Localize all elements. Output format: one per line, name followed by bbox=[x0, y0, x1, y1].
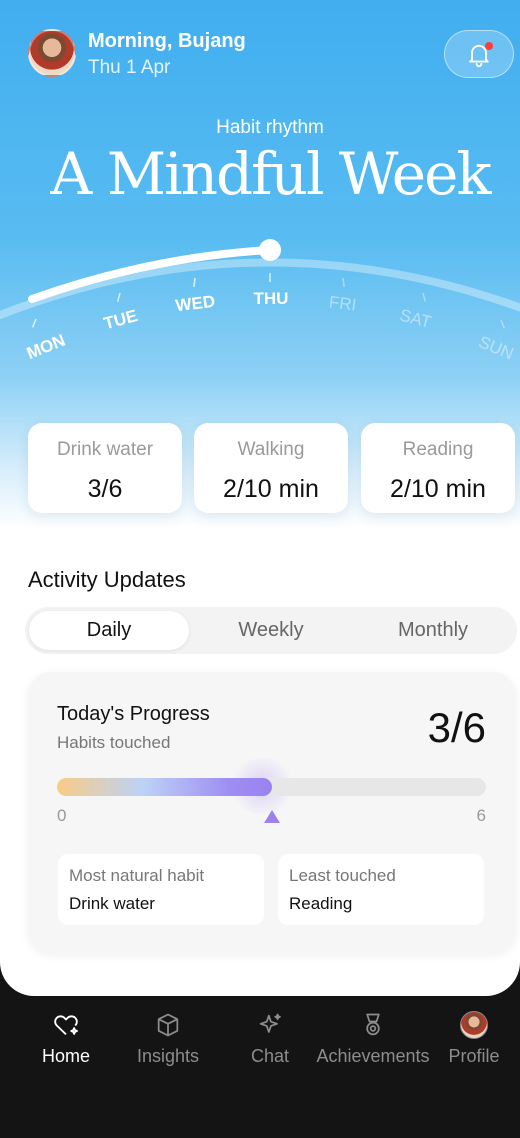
greeting: Morning, Bujang bbox=[88, 30, 246, 52]
sparkle-icon bbox=[259, 1013, 281, 1033]
stat-card-walking[interactable]: Walking 2/10 min bbox=[194, 423, 348, 513]
tab-daily[interactable]: Daily bbox=[29, 611, 189, 650]
progress-title: Today's Progress bbox=[57, 703, 210, 725]
notification-button[interactable] bbox=[444, 30, 514, 78]
progress-max: 6 bbox=[476, 806, 486, 825]
day-label-sat[interactable]: SAT bbox=[398, 305, 434, 332]
todays-progress-card: Today's Progress Habits touched 3/6 0 6 … bbox=[28, 672, 516, 954]
day-tick bbox=[500, 319, 506, 329]
highlight-label: Least touched bbox=[289, 866, 396, 885]
progress-min: 0 bbox=[57, 806, 67, 825]
day-tick bbox=[193, 277, 196, 288]
current-day-knob[interactable] bbox=[259, 239, 281, 261]
day-label-wed[interactable]: WED bbox=[174, 292, 216, 316]
bottom-nav: Home Insights Chat Achievements Profile bbox=[0, 996, 520, 1138]
day-label-fri[interactable]: FRI bbox=[328, 292, 358, 314]
hero-title: A Mindful Week bbox=[50, 140, 491, 208]
notification-dot bbox=[485, 42, 493, 50]
user-avatar[interactable] bbox=[28, 29, 76, 77]
progress-marker bbox=[263, 810, 280, 823]
profile-avatar bbox=[460, 1011, 488, 1039]
hero-subtitle: Habit rhythm bbox=[216, 117, 324, 138]
nav-label: Profile bbox=[448, 1046, 500, 1066]
stat-value: 3/6 bbox=[87, 475, 123, 503]
medal-icon bbox=[366, 1013, 380, 1036]
stat-card-drink-water[interactable]: Drink water 3/6 bbox=[28, 423, 182, 513]
most-natural-habit-card: Most natural habit Drink water bbox=[58, 854, 264, 925]
day-tick bbox=[116, 292, 121, 302]
stat-label: Drink water bbox=[56, 439, 154, 460]
least-touched-card: Least touched Reading bbox=[278, 854, 484, 925]
progress-bar-fill bbox=[57, 778, 272, 796]
day-tick bbox=[342, 277, 345, 288]
day-label-thu[interactable]: THU bbox=[254, 289, 289, 308]
app-screen: Morning, Bujang Thu 1 Apr Habit rhythm A… bbox=[0, 0, 520, 996]
heart-sparkle-icon bbox=[54, 1015, 78, 1036]
highlight-label: Most natural habit bbox=[69, 866, 205, 885]
cube-icon bbox=[157, 1013, 179, 1037]
highlight-value: Drink water bbox=[69, 894, 155, 913]
nav-profile[interactable]: Profile bbox=[414, 1008, 520, 1067]
week-dial: MON TUE WED THU FRI SAT SUN bbox=[0, 239, 520, 363]
day-label-mon[interactable]: MON bbox=[24, 331, 68, 363]
period-tabs: Daily Weekly Monthly bbox=[25, 607, 517, 654]
day-tick bbox=[422, 292, 427, 302]
stat-card-reading[interactable]: Reading 2/10 min bbox=[361, 423, 515, 513]
stat-value: 2/10 min bbox=[390, 475, 486, 503]
current-date: Thu 1 Apr bbox=[88, 57, 171, 78]
stat-label: Walking bbox=[237, 439, 305, 460]
stat-label: Reading bbox=[402, 439, 474, 460]
activity-updates-heading: Activity Updates bbox=[28, 567, 186, 592]
day-label-tue[interactable]: TUE bbox=[102, 306, 140, 333]
day-label-sun[interactable]: SUN bbox=[476, 332, 516, 363]
day-tick bbox=[31, 318, 37, 328]
tab-weekly[interactable]: Weekly bbox=[191, 611, 351, 650]
tab-monthly[interactable]: Monthly bbox=[353, 611, 513, 650]
stat-value: 2/10 min bbox=[223, 475, 319, 503]
highlight-value: Reading bbox=[289, 894, 353, 913]
progress-bar bbox=[57, 778, 486, 796]
progress-subtitle: Habits touched bbox=[57, 733, 171, 752]
progress-value: 3/6 bbox=[427, 704, 486, 751]
